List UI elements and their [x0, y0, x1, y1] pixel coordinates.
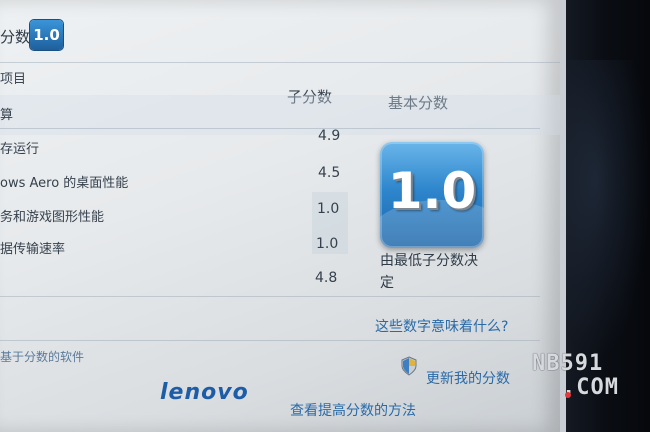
- table-row-score: 1.0: [317, 201, 340, 217]
- improve-score-link[interactable]: 查看提高分数的方法: [290, 400, 416, 420]
- divider: [0, 62, 560, 63]
- score-title: 分数: [0, 28, 31, 46]
- score-badge-small: 1.0: [30, 20, 63, 50]
- shield-icon: [401, 356, 417, 376]
- table-row-score: 4.8: [315, 270, 338, 286]
- table-row-label: 存运行: [0, 142, 40, 157]
- watermark-dot: [565, 392, 571, 398]
- table-row-band: [0, 95, 560, 135]
- column-component: 项目: [0, 72, 27, 87]
- laptop-screen: 分数 1.0 项目 子分数 基本分数 算 存运行 4.9 ows Aero 的桌…: [0, 0, 566, 432]
- watermark-line2: .COM: [562, 375, 619, 400]
- base-score-note: 由最低子分数决定: [380, 253, 478, 291]
- base-score-badge: 1.0: [380, 142, 484, 248]
- divider: [0, 340, 540, 341]
- table-row-label: ows Aero 的桌面性能: [0, 176, 129, 191]
- watermark-line1: NB591: [532, 351, 604, 376]
- table-row-label: 算: [0, 108, 14, 123]
- site-watermark: NB591 .COM: [532, 352, 644, 406]
- table-row-score: 4.5: [318, 165, 341, 181]
- lenovo-logo: lenovo: [160, 380, 249, 405]
- base-score-value: 1.0: [387, 162, 477, 220]
- what-do-numbers-mean-link[interactable]: 这些数字意味着什么?: [375, 316, 508, 336]
- table-row-label: 据传输速率: [0, 242, 66, 257]
- bezel-reflection: [560, 60, 650, 360]
- update-score-link[interactable]: 更新我的分数: [426, 368, 510, 388]
- divider: [0, 296, 540, 297]
- table-row-label: 务和游戏图形性能: [0, 210, 105, 225]
- left-partial-link[interactable]: 基于分数的软件: [0, 348, 84, 365]
- table-row-score: 4.9: [318, 128, 341, 144]
- divider: [0, 128, 540, 129]
- table-row-score: 1.0: [316, 236, 339, 252]
